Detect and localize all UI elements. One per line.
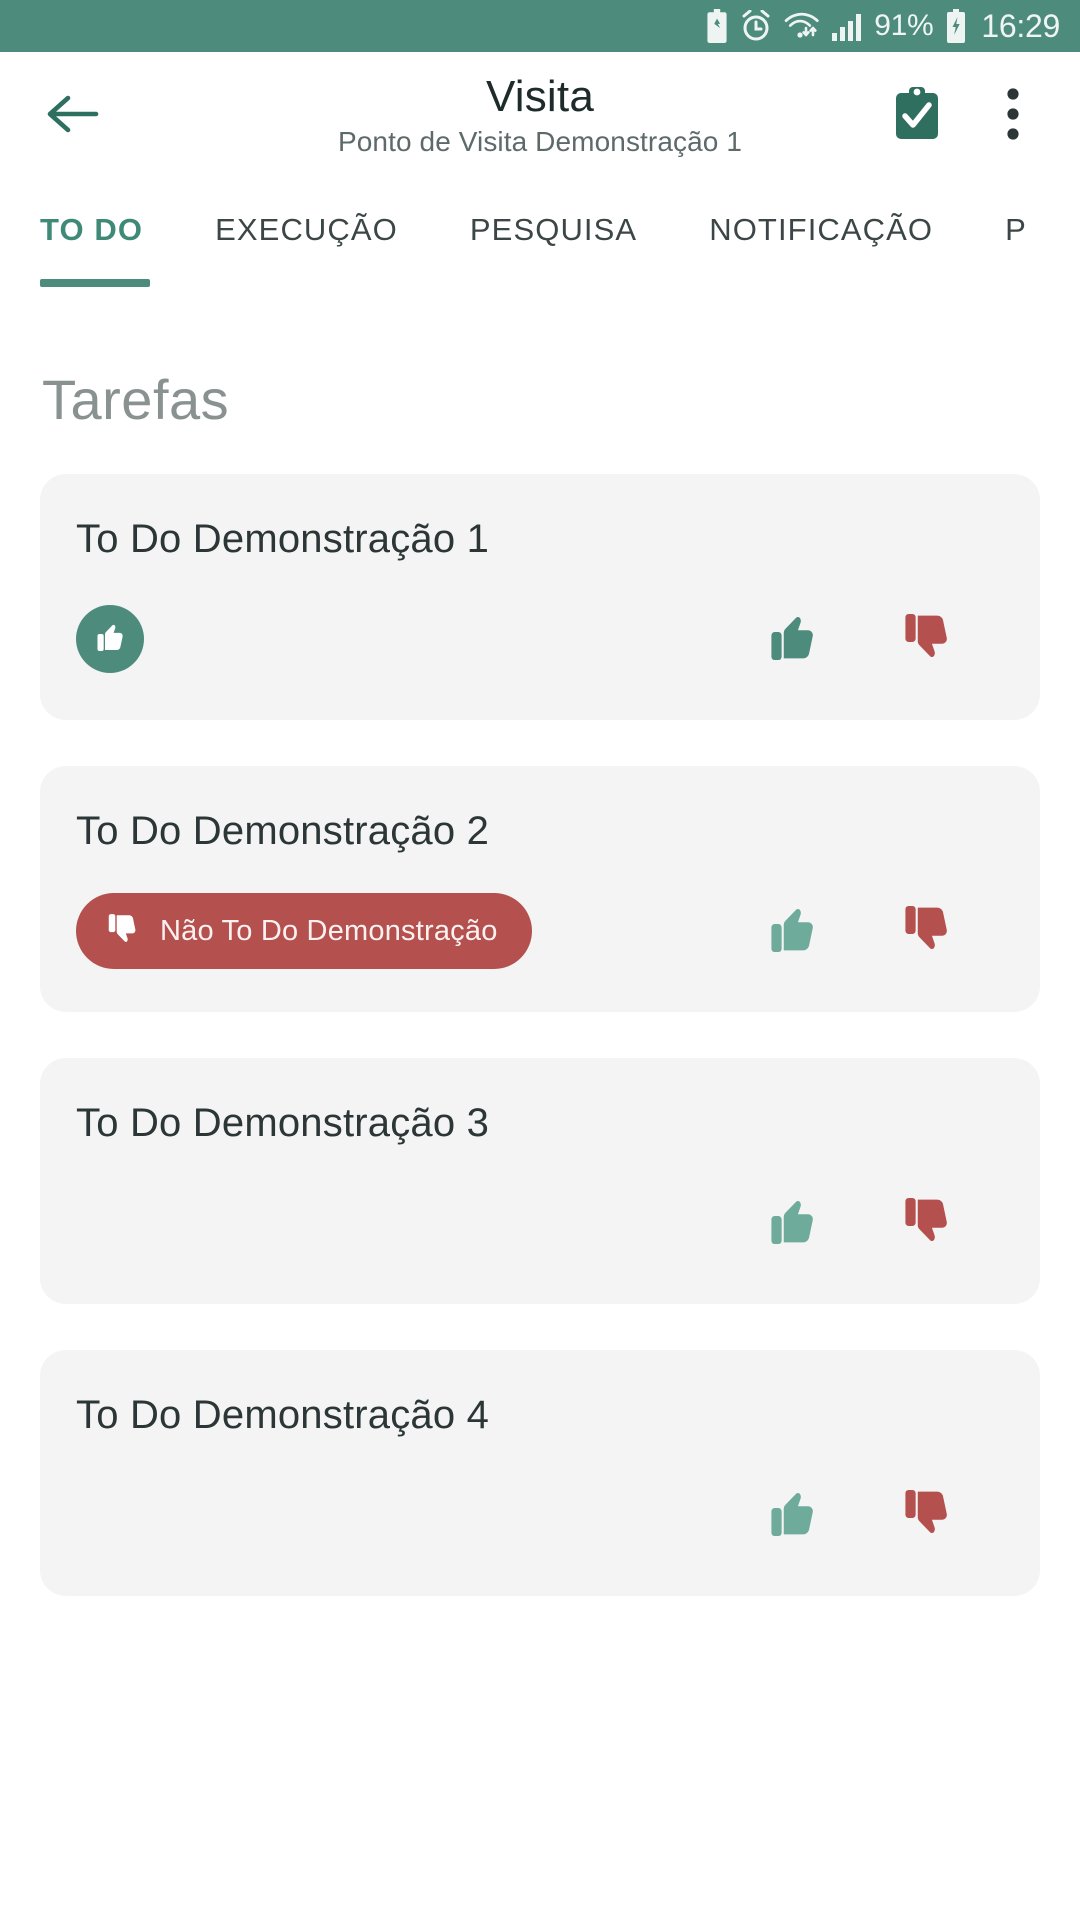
task-action-row [76,596,1004,682]
wifi-icon [782,10,820,42]
thumbs-up-button[interactable] [756,895,828,967]
thumbs-up-icon [764,609,820,670]
active-tab-indicator [40,279,150,287]
task-card[interactable]: To Do Demonstração 2 Não To Do Demonstra… [40,766,1040,1012]
task-vote-buttons [756,895,1004,967]
section-title-tarefas: Tarefas [42,368,230,431]
task-action-row: Não To Do Demonstração [76,888,1004,974]
thumbs-up-icon [764,1193,820,1254]
task-vote-buttons [756,603,1004,675]
thumbs-down-icon [898,901,954,962]
status-bar: 91% 16:29 [0,0,1080,52]
status-badge[interactable]: Não To Do Demonstração [76,893,532,969]
tab-to-do[interactable]: TO DO [40,180,143,280]
thumbs-down-button[interactable] [890,1479,962,1551]
thumbs-down-button[interactable] [890,603,962,675]
alarm-clock-icon [741,10,771,42]
back-button[interactable] [36,80,108,152]
more-vertical-icon [1006,87,1020,146]
thumbs-down-icon [898,609,954,670]
battery-percent-label: 91% [874,9,934,42]
signal-bars-icon [831,10,863,42]
status-badge [76,605,144,673]
battery-charging-icon [944,9,968,43]
task-title: To Do Demonstração 3 [76,1101,490,1145]
arrow-left-icon [44,92,100,141]
task-action-row [76,1180,1004,1266]
thumbs-down-button[interactable] [890,1187,962,1259]
status-bar-clock: 16:29 [981,8,1060,44]
task-vote-buttons [756,1187,1004,1259]
task-card[interactable]: To Do Demonstração 3 [40,1058,1040,1304]
tab-pesquisa[interactable]: PESQUISA [470,180,637,280]
thumbs-down-icon [104,911,140,952]
status-badge-label: Não To Do Demonstração [160,914,498,947]
app-bar: Visita Ponto de Visita Demonstração 1 [0,52,1080,180]
task-vote-buttons [756,1479,1004,1551]
task-card[interactable]: To Do Demonstração 4 [40,1350,1040,1596]
page-subtitle: Ponto de Visita Demonstração 1 [337,126,743,158]
thumbs-up-icon [764,1485,820,1546]
clipboard-check-icon [892,85,942,148]
task-title: To Do Demonstração 1 [76,517,490,561]
clipboard-check-button[interactable] [886,85,948,147]
main-content: Tarefas To Do Demonstração 1 To Do Demon… [0,367,1080,1596]
tab-bar: TO DO EXECUÇÃO PESQUISA NOTIFICAÇÃO P [0,180,1080,305]
thumbs-up-button[interactable] [756,603,828,675]
task-status-area [76,605,756,673]
thumbs-up-button[interactable] [756,1479,828,1551]
thumbs-up-button[interactable] [756,1187,828,1259]
task-action-row [76,1472,1004,1558]
task-title: To Do Demonstração 4 [76,1393,490,1437]
thumbs-up-icon [764,901,820,962]
task-status-area: Não To Do Demonstração [76,893,756,969]
page-title: Visita [486,71,594,121]
appbar-actions [886,85,1044,147]
task-title: To Do Demonstração 2 [76,809,490,853]
tab-execucao[interactable]: EXECUÇÃO [215,180,398,280]
tab-notificacao[interactable]: NOTIFICAÇÃO [709,180,933,280]
task-card[interactable]: To Do Demonstração 1 [40,474,1040,720]
thumbs-down-icon [898,1485,954,1546]
battery-saver-icon [704,9,730,43]
thumbs-down-button[interactable] [890,895,962,967]
tab-partial[interactable]: P [1005,180,1027,280]
thumbs-down-icon [898,1193,954,1254]
thumbs-up-icon [93,620,127,659]
overflow-menu-button[interactable] [982,85,1044,147]
